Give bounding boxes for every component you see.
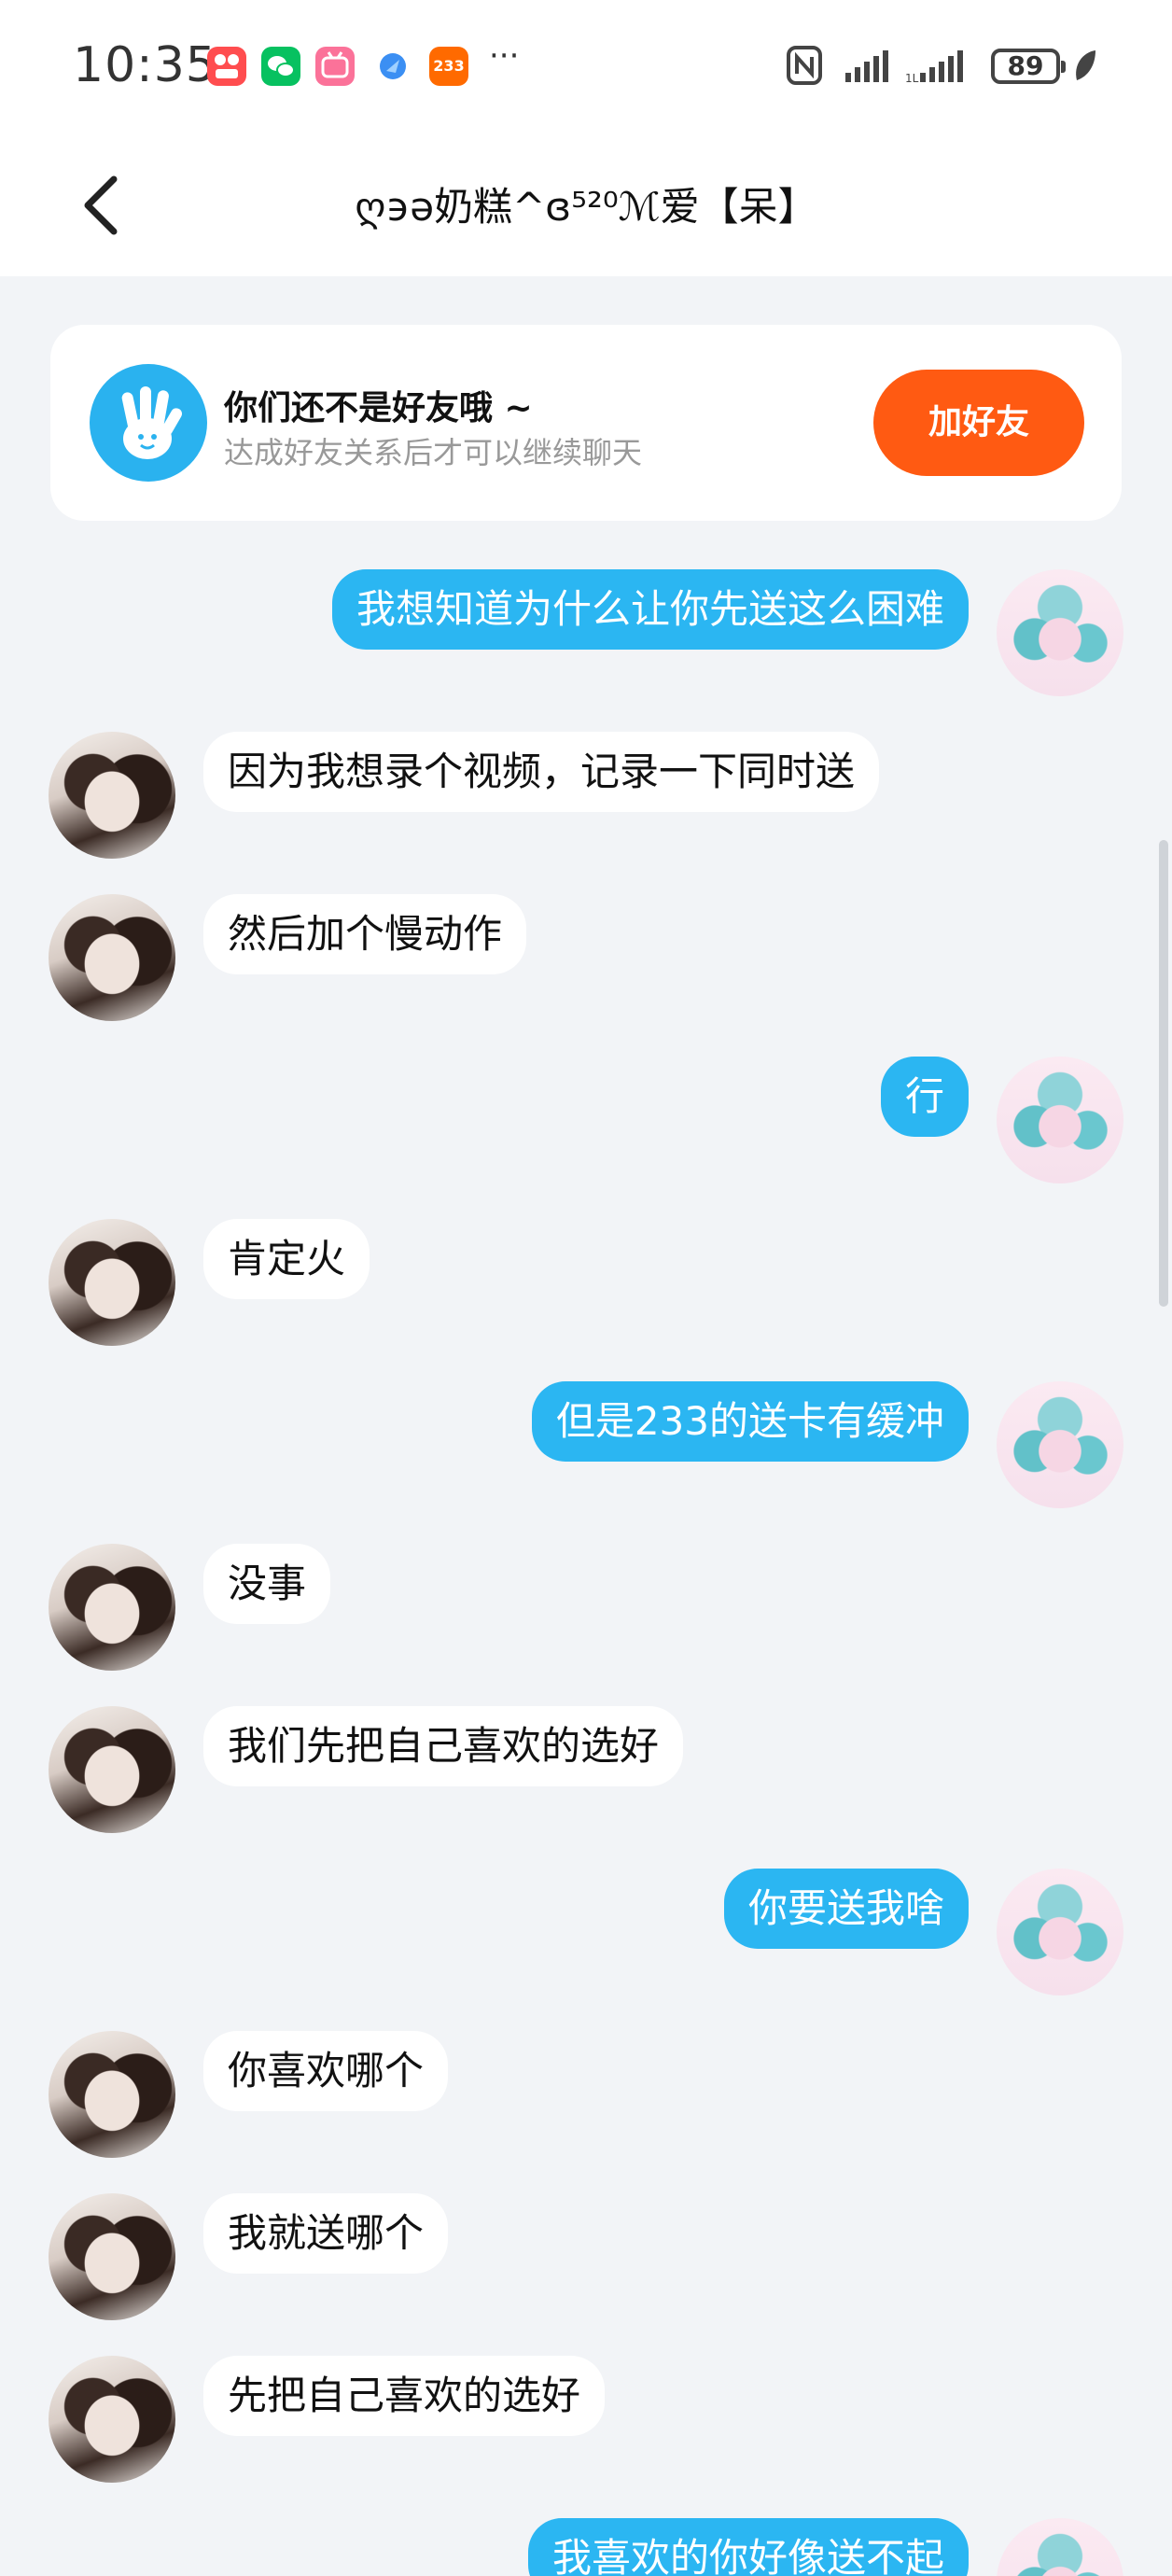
- contact-avatar[interactable]: [49, 894, 175, 1021]
- message-row-incoming: 你喜欢哪个: [0, 2031, 1172, 2162]
- message-bubble[interactable]: 然后加个慢动作: [203, 894, 527, 974]
- message-bubble[interactable]: 肯定火: [203, 1219, 370, 1299]
- message-row-incoming: 我就送哪个: [0, 2193, 1172, 2324]
- message-bubble[interactable]: 我们先把自己喜欢的选好: [203, 1706, 684, 1786]
- message-bubble[interactable]: 我就送哪个: [203, 2193, 449, 2274]
- message-row-incoming: 没事: [0, 1544, 1172, 1674]
- more-notifications-icon: ···: [489, 37, 520, 75]
- signal-icon: [845, 50, 888, 82]
- waving-hand-icon: [90, 364, 207, 482]
- wechat-icon: [261, 47, 300, 86]
- contact-avatar[interactable]: [49, 2193, 175, 2320]
- message-bubble[interactable]: 因为我想录个视频，记录一下同时送: [203, 732, 880, 812]
- message-row-outgoing: 我想知道为什么让你先送这么困难: [0, 569, 1172, 700]
- battery-indicator: 89: [991, 49, 1066, 84]
- app-233-icon: 233: [429, 47, 468, 86]
- message-row-incoming: 因为我想录个视频，记录一下同时送: [0, 732, 1172, 862]
- message-bubble[interactable]: 行: [880, 1057, 969, 1137]
- chat-title: ღ϶ə奶糕^ɞ⁵²⁰ℳ爱【呆】: [355, 184, 817, 230]
- notice-title: 你们还不是好友哦 ~: [224, 389, 533, 427]
- notice-subtitle: 达成好友关系后才可以继续聊天: [224, 435, 643, 470]
- my-avatar[interactable]: [997, 2518, 1123, 2576]
- svg-text:1L: 1L: [905, 72, 919, 85]
- scrollbar[interactable]: [1159, 840, 1168, 1307]
- message-bubble[interactable]: 先把自己喜欢的选好: [203, 2356, 606, 2436]
- chat-header: ღ϶ə奶糕^ɞ⁵²⁰ℳ爱【呆】: [0, 140, 1172, 276]
- leaf-icon: [1076, 50, 1095, 80]
- message-row-outgoing: 你要送我啥: [0, 1869, 1172, 1999]
- my-avatar[interactable]: [997, 569, 1123, 696]
- contact-avatar[interactable]: [49, 2031, 175, 2158]
- message-bubble[interactable]: 没事: [203, 1544, 331, 1624]
- signal-2-icon: 1L: [905, 50, 963, 85]
- message-bubble[interactable]: 我喜欢的你好像送不起: [527, 2518, 969, 2576]
- message-bubble[interactable]: 你喜欢哪个: [203, 2031, 449, 2111]
- message-row-incoming: 然后加个慢动作: [0, 894, 1172, 1025]
- contact-avatar[interactable]: [49, 1219, 175, 1346]
- my-avatar[interactable]: [997, 1869, 1123, 1995]
- contact-avatar[interactable]: [49, 1544, 175, 1671]
- status-bar: 10:35 233 ··· 1L 89: [0, 0, 1172, 140]
- message-row-incoming: 先把自己喜欢的选好: [0, 2356, 1172, 2486]
- message-row-outgoing: 但是233的送卡有缓冲: [0, 1381, 1172, 1512]
- add-friend-button[interactable]: 加好友: [873, 370, 1084, 476]
- message-bubble[interactable]: 你要送我啥: [723, 1869, 969, 1949]
- contact-avatar[interactable]: [49, 1706, 175, 1833]
- message-row-incoming: 肯定火: [0, 1219, 1172, 1350]
- status-time: 10:35: [73, 37, 217, 93]
- browser-app-icon: [373, 47, 412, 86]
- contact-avatar[interactable]: [49, 2356, 175, 2483]
- message-row-outgoing: 行: [0, 1057, 1172, 1187]
- my-avatar[interactable]: [997, 1057, 1123, 1183]
- message-bubble[interactable]: 但是233的送卡有缓冲: [531, 1381, 969, 1462]
- red-video-app-icon: [207, 47, 246, 86]
- message-row-incoming: 我们先把自己喜欢的选好: [0, 1706, 1172, 1837]
- contact-avatar[interactable]: [49, 732, 175, 859]
- my-avatar[interactable]: [997, 1381, 1123, 1508]
- nfc-icon: [787, 46, 822, 85]
- message-bubble[interactable]: 我想知道为什么让你先送这么困难: [331, 569, 969, 650]
- message-row-outgoing: 我喜欢的你好像送不起: [0, 2518, 1172, 2576]
- bilibili-icon: [315, 47, 355, 86]
- friend-notice-card: 你们还不是好友哦 ~ 达成好友关系后才可以继续聊天 加好友: [50, 325, 1122, 521]
